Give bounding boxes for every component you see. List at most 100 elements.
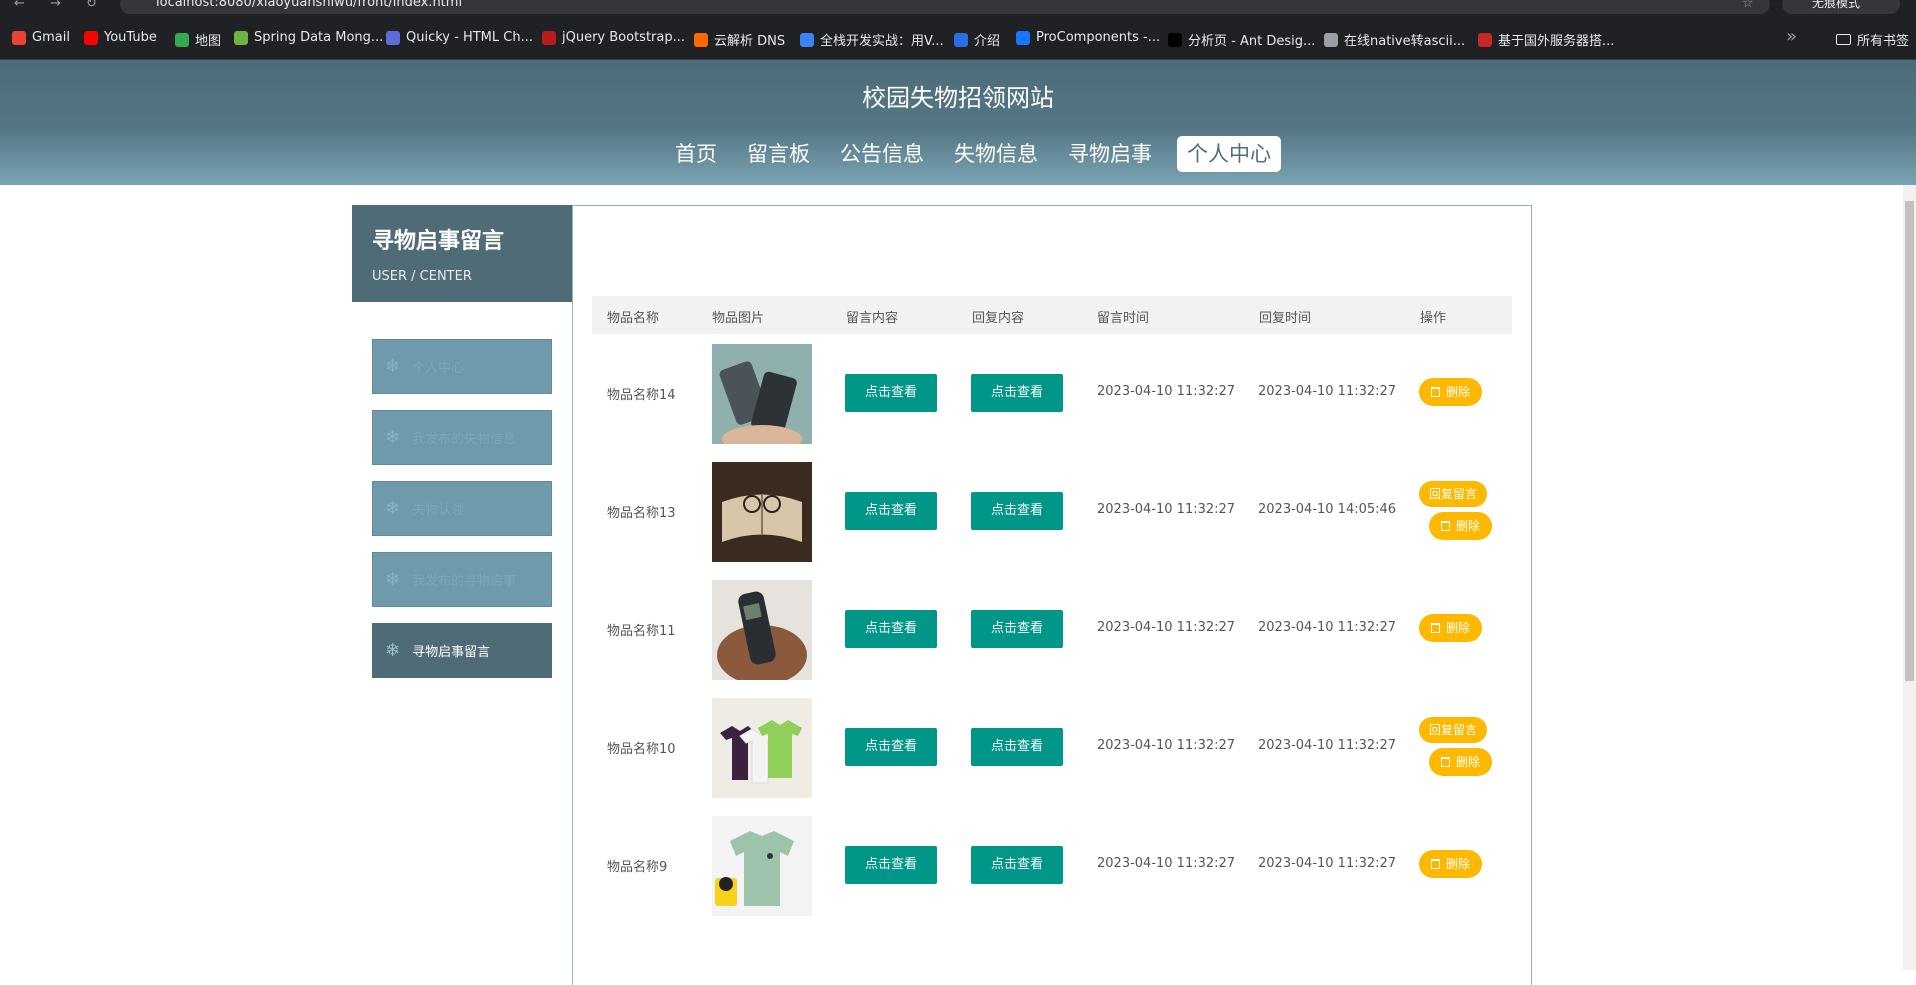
forward-icon[interactable]: → (50, 0, 61, 11)
view-message-button[interactable]: 点击查看 (845, 492, 937, 530)
bookmark-item[interactable]: jQuery Bootstrap... (542, 30, 685, 45)
nav-announcements[interactable]: 公告信息 (826, 136, 938, 172)
nav-home[interactable]: 首页 (661, 136, 731, 172)
table-cell-message-time: 2023-04-10 11:32:27 (1097, 738, 1236, 753)
view-message-button[interactable]: 点击查看 (845, 728, 937, 766)
sidebar-item-label: 寻物启事留言 (412, 645, 491, 660)
sidebar-item-label: 我发布的寻物启事 (412, 574, 517, 589)
bookmark-item[interactable]: Quicky - HTML Ch... (386, 30, 533, 45)
view-reply-button[interactable]: 点击查看 (971, 846, 1063, 884)
nav-lost-items[interactable]: 失物信息 (940, 136, 1052, 172)
view-message-button[interactable]: 点击查看 (845, 846, 937, 884)
col-message: 留言内容 (846, 311, 899, 326)
item-thumbnail-image (712, 698, 812, 798)
bookmark-label: 介绍 (974, 34, 1001, 49)
table-cell-item-name: 物品名称9 (607, 860, 668, 875)
delete-label: 删除 (1456, 519, 1481, 533)
snowflake-icon: ❄ (385, 640, 401, 661)
bookmark-favicon-icon (175, 32, 189, 47)
trash-icon (1431, 387, 1440, 397)
bookmark-label: Gmail (32, 30, 70, 45)
sidebar-item-user-center[interactable]: ❄ 个人中心 (372, 339, 552, 394)
table-cell-reply-time: 2023-04-10 14:05:46 (1258, 502, 1397, 517)
bookmark-label: jQuery Bootstrap... (562, 30, 686, 45)
col-actions: 操作 (1420, 311, 1447, 326)
sidebar-item-notice-messages[interactable]: ❄ 寻物启事留言 (372, 623, 552, 678)
delete-label: 删除 (1446, 385, 1471, 399)
sidebar-item-label: 我发布的失物信息 (412, 432, 517, 447)
scrollbar-thumb[interactable] (1905, 201, 1914, 681)
reply-message-button[interactable]: 回复留言 (1419, 481, 1488, 507)
nav-user-center[interactable]: 个人中心 (1177, 136, 1281, 172)
bookmark-favicon-icon (84, 30, 98, 45)
view-reply-button[interactable]: 点击查看 (971, 610, 1063, 648)
view-reply-button[interactable]: 点击查看 (971, 492, 1063, 530)
bookmark-label: 全栈开发实战：用V... (820, 34, 944, 49)
page-scrollbar[interactable] (1903, 185, 1916, 970)
view-reply-button[interactable]: 点击查看 (971, 374, 1063, 412)
bookmark-item[interactable]: ProComponents -... (1016, 30, 1160, 45)
snowflake-icon: ❄ (385, 427, 401, 448)
bookmark-favicon-icon (800, 32, 814, 47)
trash-icon (1431, 623, 1440, 633)
table-cell-item-name: 物品名称14 (607, 388, 676, 403)
bookmark-item[interactable]: 在线native转ascii... (1324, 30, 1465, 49)
bookmark-item[interactable]: 地图 (175, 30, 221, 49)
col-message-time: 留言时间 (1097, 311, 1150, 326)
bookmark-favicon-icon (1324, 32, 1338, 47)
folder-icon (1836, 34, 1851, 45)
bookmark-label: 分析页 - Ant Desig... (1188, 34, 1316, 49)
trash-icon (1441, 757, 1450, 767)
bookmark-item[interactable]: 基于国外服务器搭... (1478, 30, 1614, 49)
view-message-button[interactable]: 点击查看 (845, 610, 937, 648)
snowflake-icon: ❄ (385, 498, 401, 519)
delete-button[interactable]: 删除 (1419, 850, 1483, 878)
all-bookmarks[interactable]: 所有书签 (1836, 30, 1909, 49)
bookmark-label: 在线native转ascii... (1344, 34, 1466, 49)
table-cell-message-time: 2023-04-10 11:32:27 (1097, 384, 1236, 399)
bookmark-item[interactable]: Gmail (12, 30, 70, 45)
delete-button[interactable]: 删除 (1429, 748, 1493, 776)
bookmark-item[interactable]: Spring Data Mong... (234, 30, 383, 45)
bookmark-item[interactable]: 全栈开发实战：用V... (800, 30, 944, 49)
snowflake-icon: ❄ (385, 569, 401, 590)
browser-toolbar: ← → ↻ localhost:8080/xiaoyuanshiwu/front… (0, 0, 1916, 14)
sidebar-item-claims[interactable]: ❄ 失物认领 (372, 481, 552, 536)
site-header: 校园失物招领网站 首页 留言板 公告信息 失物信息 寻物启事 个人中心 (0, 60, 1916, 185)
reload-icon[interactable]: ↻ (86, 0, 97, 11)
nav-search-notices[interactable]: 寻物启事 (1054, 136, 1166, 172)
table-cell-reply-time: 2023-04-10 11:32:27 (1258, 856, 1397, 871)
incognito-badge[interactable]: 无痕模式 (1782, 0, 1900, 14)
trash-icon (1441, 521, 1450, 531)
sidebar-item-label: 个人中心 (412, 361, 465, 376)
bookmark-item[interactable]: 分析页 - Ant Desig... (1168, 30, 1315, 49)
snowflake-icon: ❄ (385, 356, 401, 377)
bookmark-label: 地图 (195, 34, 222, 49)
bookmark-item[interactable]: YouTube (84, 30, 157, 45)
back-icon[interactable]: ← (14, 0, 25, 11)
bookmark-favicon-icon (1478, 32, 1492, 47)
bookmark-item[interactable]: 云解析 DNS (694, 30, 785, 49)
table-cell-message-time: 2023-04-10 11:32:27 (1097, 502, 1236, 517)
nav-message-board[interactable]: 留言板 (733, 136, 824, 172)
bookmark-item[interactable]: 介绍 (954, 30, 1000, 49)
sidebar-item-my-search-notices[interactable]: ❄ 我发布的寻物启事 (372, 552, 552, 607)
star-icon[interactable]: ☆ (1742, 0, 1754, 11)
bookmark-label: Spring Data Mong... (254, 30, 384, 45)
delete-button[interactable]: 删除 (1419, 614, 1483, 642)
reply-message-button[interactable]: 回复留言 (1419, 717, 1488, 743)
sidebar-header: 寻物启事留言 USER / CENTER (352, 205, 572, 302)
bookmark-favicon-icon (234, 30, 248, 45)
more-bookmarks-icon[interactable]: » (1786, 26, 1797, 47)
view-message-button[interactable]: 点击查看 (845, 374, 937, 412)
delete-label: 删除 (1446, 857, 1471, 871)
bookmarks-bar: » 所有书签 Gmail YouTube 地图 Spring Data Mong...… (0, 14, 1916, 60)
view-reply-button[interactable]: 点击查看 (971, 728, 1063, 766)
delete-button[interactable]: 删除 (1429, 512, 1493, 540)
table-header: 物品名称 物品图片 留言内容 回复内容 留言时间 回复时间 操作 (592, 296, 1512, 334)
sidebar-item-my-lost-items[interactable]: ❄ 我发布的失物信息 (372, 410, 552, 465)
delete-button[interactable]: 删除 (1419, 378, 1483, 406)
trash-icon (1431, 859, 1440, 869)
bookmark-favicon-icon (12, 30, 26, 45)
address-bar[interactable]: localhost:8080/xiaoyuanshiwu/front/index… (120, 0, 1770, 14)
